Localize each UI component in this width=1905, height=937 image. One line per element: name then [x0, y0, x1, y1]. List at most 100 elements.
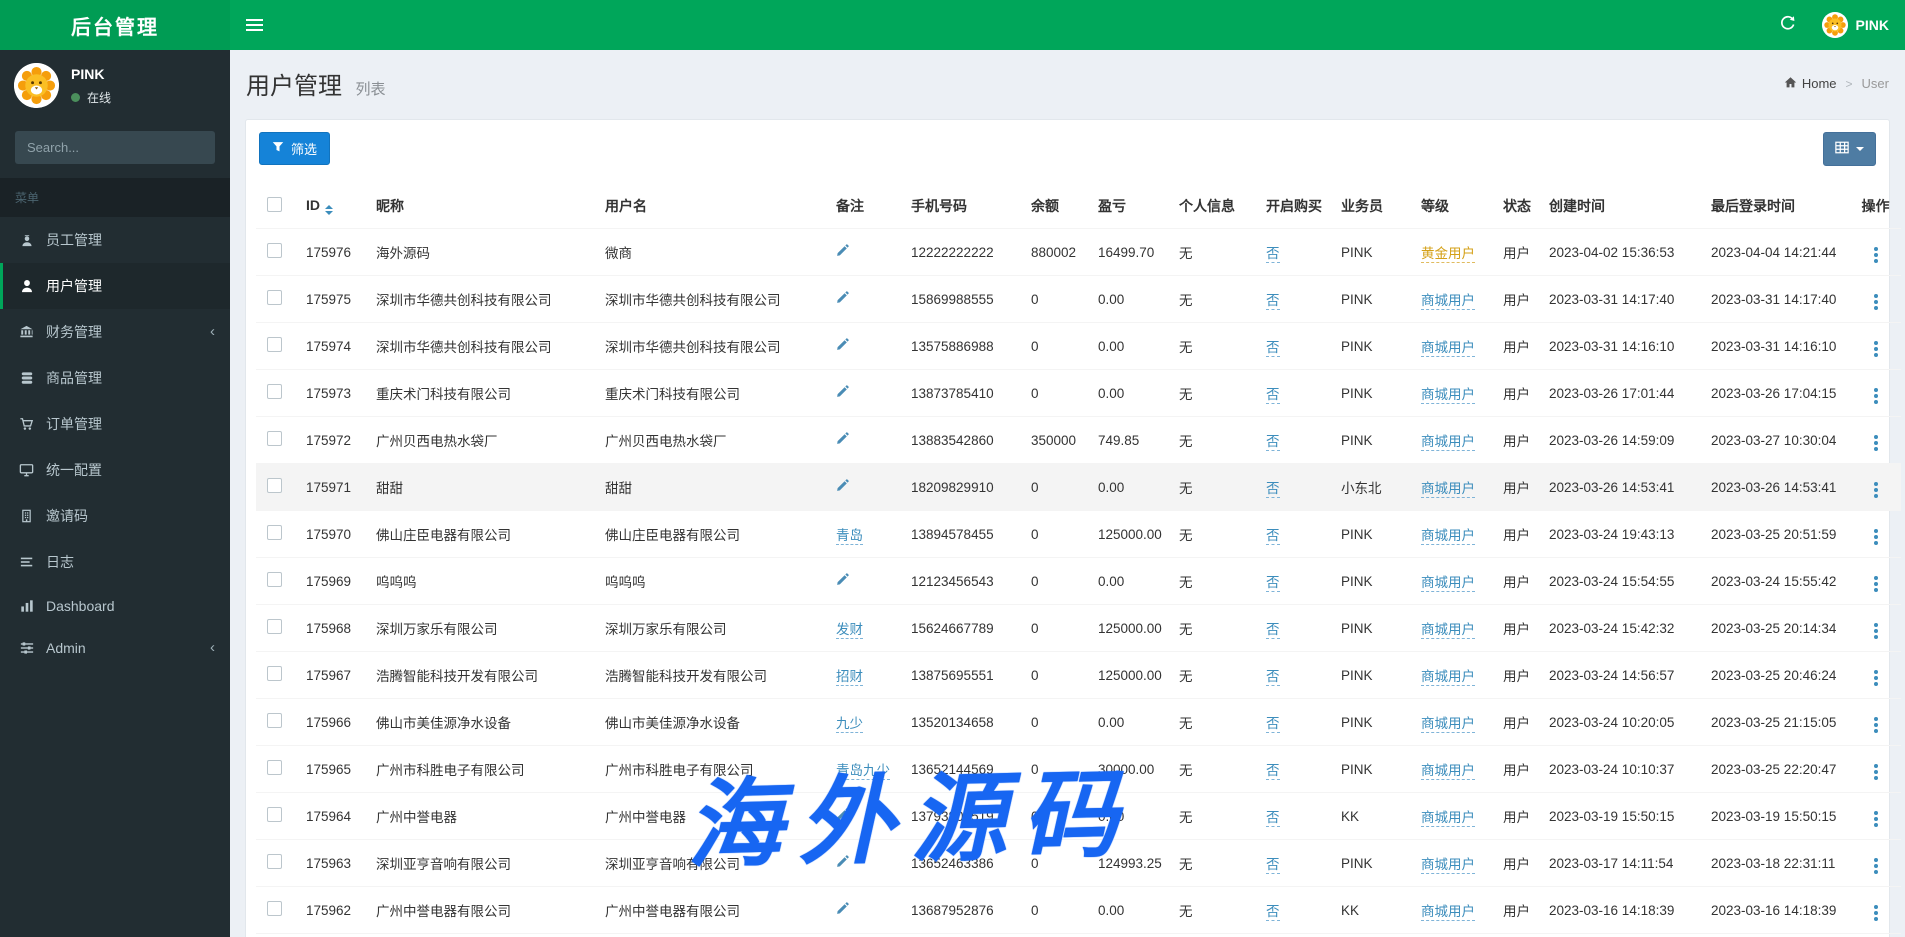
row-checkbox[interactable] — [267, 290, 282, 305]
sidebar-item-label: 邀请码 — [46, 508, 88, 524]
breadcrumb-home[interactable]: Home — [1784, 76, 1837, 92]
purchase-toggle-link[interactable]: 否 — [1266, 528, 1280, 545]
row-actions-button[interactable] — [1866, 668, 1886, 688]
row-checkbox[interactable] — [267, 572, 282, 587]
purchase-toggle-link[interactable]: 否 — [1266, 293, 1280, 310]
level-link[interactable]: 商城用户 — [1421, 857, 1475, 874]
row-actions-button[interactable] — [1866, 715, 1886, 735]
row-checkbox[interactable] — [267, 901, 282, 916]
sidebar-item-config[interactable]: 统一配置 — [0, 447, 230, 493]
hamburger-menu-button[interactable] — [246, 0, 280, 50]
edit-remark-icon[interactable] — [836, 244, 849, 257]
row-actions-button[interactable] — [1866, 574, 1886, 594]
row-actions-button[interactable] — [1866, 433, 1886, 453]
phone-cell: 12222222222 — [911, 228, 1031, 276]
purchase-toggle-link[interactable]: 否 — [1266, 904, 1280, 921]
level-link[interactable]: 商城用户 — [1421, 904, 1475, 921]
level-link[interactable]: 黄金用户 — [1421, 246, 1475, 263]
row-actions-button[interactable] — [1866, 480, 1886, 500]
level-link[interactable]: 商城用户 — [1421, 716, 1475, 733]
purchase-toggle-link[interactable]: 否 — [1266, 857, 1280, 874]
level-link[interactable]: 商城用户 — [1421, 434, 1475, 451]
level-link[interactable]: 商城用户 — [1421, 622, 1475, 639]
row-checkbox[interactable] — [267, 243, 282, 258]
row-checkbox[interactable] — [267, 431, 282, 446]
edit-remark-icon[interactable] — [836, 432, 849, 445]
purchase-toggle-link[interactable]: 否 — [1266, 481, 1280, 498]
search-input[interactable] — [15, 131, 215, 164]
level-link[interactable]: 商城用户 — [1421, 481, 1475, 498]
sidebar-item-invite[interactable]: 邀请码 — [0, 493, 230, 539]
sort-icon[interactable] — [325, 205, 333, 215]
row-actions-button[interactable] — [1866, 809, 1886, 829]
row-checkbox[interactable] — [267, 478, 282, 493]
purchase-toggle-link[interactable]: 否 — [1266, 810, 1280, 827]
row-actions-button[interactable] — [1866, 527, 1886, 547]
nickname-cell: 深圳市华德共创科技有限公司 — [376, 275, 605, 323]
sidebar-item-user[interactable]: 用户管理 — [0, 263, 230, 309]
edit-remark-icon[interactable] — [836, 291, 849, 304]
row-checkbox[interactable] — [267, 713, 282, 728]
level-link[interactable]: 商城用户 — [1421, 387, 1475, 404]
sidebar-user-status[interactable]: 在线 — [71, 89, 111, 106]
row-checkbox[interactable] — [267, 666, 282, 681]
row-checkbox[interactable] — [267, 384, 282, 399]
purchase-toggle-link[interactable]: 否 — [1266, 340, 1280, 357]
sidebar-item-dashboard[interactable]: Dashboard — [0, 585, 230, 627]
purchase-toggle-link[interactable]: 否 — [1266, 622, 1280, 639]
select-all-checkbox[interactable] — [267, 197, 282, 212]
remark-link[interactable]: 发财 — [836, 622, 863, 639]
edit-remark-icon[interactable] — [836, 902, 849, 915]
remark-link[interactable]: 青岛 — [836, 528, 863, 545]
edit-remark-icon[interactable] — [836, 385, 849, 398]
level-link[interactable]: 商城用户 — [1421, 669, 1475, 686]
sidebar-item-log[interactable]: 日志 — [0, 539, 230, 585]
row-checkbox[interactable] — [267, 807, 282, 822]
purchase-toggle-link[interactable]: 否 — [1266, 716, 1280, 733]
sidebar-item-orders[interactable]: 订单管理 — [0, 401, 230, 447]
level-link[interactable]: 商城用户 — [1421, 575, 1475, 592]
row-actions-button[interactable] — [1866, 245, 1886, 265]
purchase-toggle-link[interactable]: 否 — [1266, 575, 1280, 592]
refresh-button[interactable] — [1776, 11, 1800, 40]
edit-remark-icon[interactable] — [836, 573, 849, 586]
level-link[interactable]: 商城用户 — [1421, 810, 1475, 827]
level-link[interactable]: 商城用户 — [1421, 763, 1475, 780]
edit-remark-icon[interactable] — [836, 808, 849, 821]
row-checkbox[interactable] — [267, 619, 282, 634]
row-actions-button[interactable] — [1866, 903, 1886, 923]
purchase-toggle-link[interactable]: 否 — [1266, 763, 1280, 780]
sidebar-item-goods[interactable]: 商品管理 — [0, 355, 230, 401]
purchase-toggle-link[interactable]: 否 — [1266, 669, 1280, 686]
app-logo[interactable]: 后台管理 — [0, 0, 230, 50]
row-actions-button[interactable] — [1866, 621, 1886, 641]
level-link[interactable]: 商城用户 — [1421, 528, 1475, 545]
sidebar-item-finance[interactable]: 财务管理 ‹ — [0, 309, 230, 355]
level-link[interactable]: 商城用户 — [1421, 340, 1475, 357]
row-actions-button[interactable] — [1866, 292, 1886, 312]
column-header-0[interactable]: ID — [306, 184, 376, 229]
sidebar-item-staff[interactable]: 员工管理 — [0, 217, 230, 263]
row-actions-button[interactable] — [1866, 856, 1886, 876]
purchase-toggle-link[interactable]: 否 — [1266, 246, 1280, 263]
row-actions-button[interactable] — [1866, 339, 1886, 359]
row-checkbox[interactable] — [267, 337, 282, 352]
purchase-toggle-link[interactable]: 否 — [1266, 387, 1280, 404]
edit-remark-icon[interactable] — [836, 479, 849, 492]
row-checkbox[interactable] — [267, 760, 282, 775]
column-display-button[interactable] — [1823, 132, 1876, 166]
row-actions-button[interactable] — [1866, 762, 1886, 782]
remark-link[interactable]: 青岛九少 — [836, 763, 890, 780]
row-actions-button[interactable] — [1866, 386, 1886, 406]
row-checkbox[interactable] — [267, 525, 282, 540]
sidebar-item-admin[interactable]: Admin ‹ — [0, 627, 230, 669]
level-link[interactable]: 商城用户 — [1421, 293, 1475, 310]
remark-link[interactable]: 招财 — [836, 669, 863, 686]
navbar-user-menu[interactable]: PINK — [1821, 12, 1889, 38]
row-checkbox[interactable] — [267, 854, 282, 869]
filter-button[interactable]: 筛选 — [259, 132, 331, 165]
edit-remark-icon[interactable] — [836, 855, 849, 868]
remark-link[interactable]: 九少 — [836, 716, 863, 733]
purchase-toggle-link[interactable]: 否 — [1266, 434, 1280, 451]
edit-remark-icon[interactable] — [836, 338, 849, 351]
